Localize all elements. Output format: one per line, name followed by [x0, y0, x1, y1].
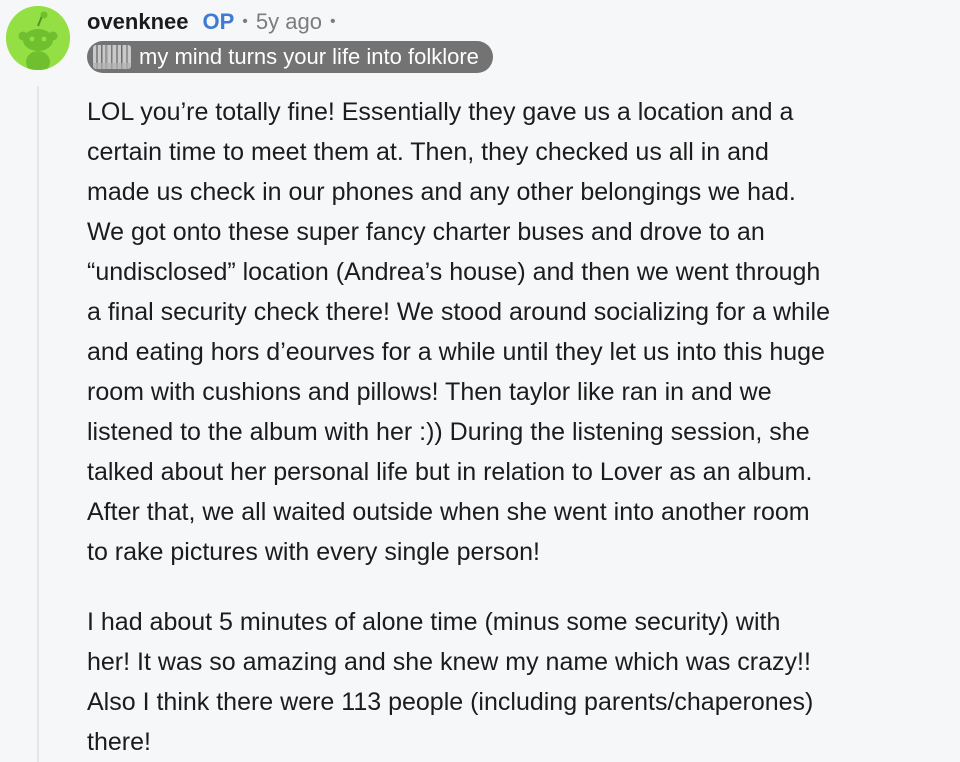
comment-paragraph: I had about 5 minutes of alone time (min…: [87, 608, 814, 756]
flair-text: my mind turns your life into folklore: [139, 44, 479, 69]
folklore-forest-emoji-icon: [93, 45, 131, 69]
thread-collapse-line[interactable]: [37, 86, 39, 762]
comment: ovenknee OP • 5y ago • my mind turns you…: [0, 0, 960, 762]
comment-meta: ovenknee OP • 5y ago •: [87, 8, 344, 36]
author-username[interactable]: ovenknee: [87, 9, 189, 35]
user-flair: my mind turns your life into folklore: [87, 41, 493, 73]
avatar[interactable]: [6, 6, 70, 70]
op-badge: OP: [202, 9, 235, 34]
meta-separator: •: [242, 13, 248, 30]
comment-body: LOL you’re totally fine! Essentially the…: [87, 92, 955, 762]
comment-timestamp[interactable]: 5y ago: [256, 9, 322, 35]
meta-separator: •: [329, 13, 336, 30]
comment-paragraph: LOL you’re totally fine! Essentially the…: [87, 98, 830, 566]
reddit-snoo-avatar-icon: [6, 6, 70, 70]
